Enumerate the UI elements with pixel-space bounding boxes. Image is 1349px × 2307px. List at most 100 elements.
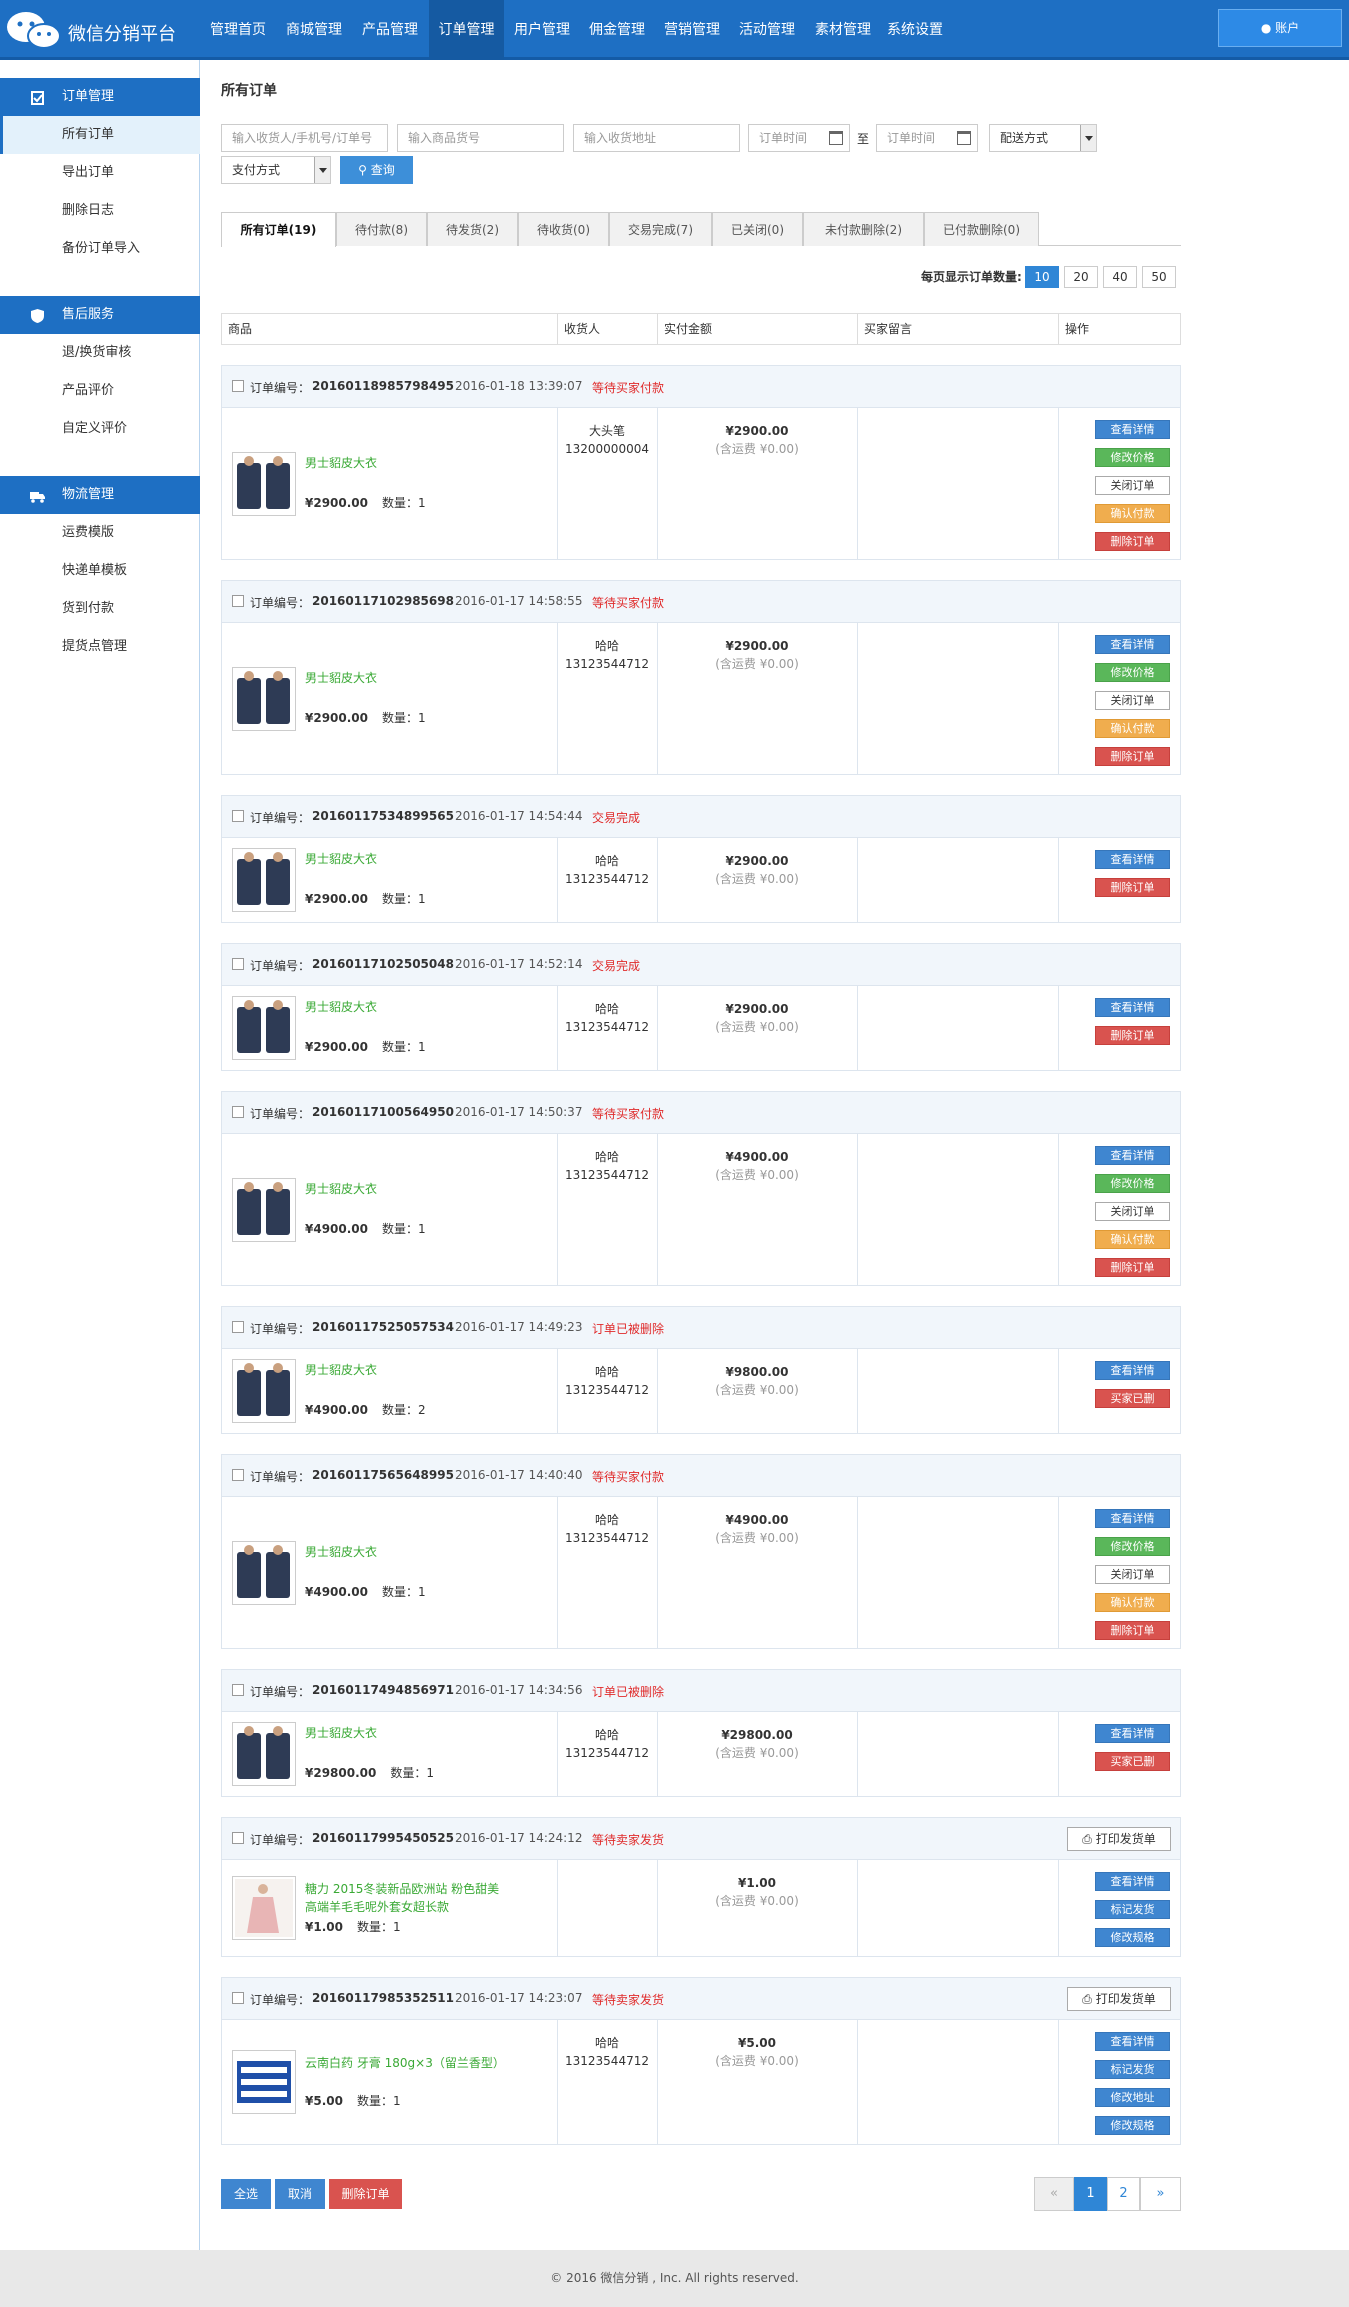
nav-item-1[interactable]: 管理首页 xyxy=(202,0,274,60)
sidebar-item-1-3[interactable]: 删除日志 xyxy=(0,192,200,230)
sidebar-item-2-1[interactable]: 退/换货审核 xyxy=(0,334,200,372)
nav-item-5[interactable]: 用户管理 xyxy=(505,0,579,60)
action-button[interactable]: 确认付款 xyxy=(1095,504,1170,523)
order-checkbox[interactable] xyxy=(232,380,244,392)
sidebar-item-3-3[interactable]: 货到付款 xyxy=(0,590,200,628)
pagination-page-2[interactable]: 2 xyxy=(1107,2177,1140,2211)
logo[interactable]: 微信分销平台 xyxy=(6,8,206,52)
action-button[interactable]: 删除订单 xyxy=(1095,1258,1170,1277)
cancel-selection-button[interactable]: 取消 xyxy=(275,2179,325,2209)
action-button[interactable]: 关闭订单 xyxy=(1095,476,1170,495)
tab-2[interactable]: 待付款(8) xyxy=(336,212,427,246)
tab-5[interactable]: 交易完成(7) xyxy=(609,212,712,246)
order-checkbox[interactable] xyxy=(232,958,244,970)
product-image[interactable] xyxy=(232,996,296,1060)
action-button[interactable]: 删除订单 xyxy=(1095,1026,1170,1045)
product-image[interactable] xyxy=(232,1541,296,1605)
per-page-option-50[interactable]: 50 xyxy=(1142,266,1176,288)
sidebar-item-1-4[interactable]: 备份订单导入 xyxy=(0,230,200,268)
action-button[interactable]: 修改价格 xyxy=(1095,1537,1170,1556)
pagination-next[interactable]: » xyxy=(1140,2177,1181,2211)
tab-4[interactable]: 待收货(0) xyxy=(518,212,609,246)
action-button[interactable]: 查看详情 xyxy=(1095,635,1170,654)
product-image[interactable] xyxy=(232,1722,296,1786)
sidebar-group-2[interactable]: 售后服务 xyxy=(0,296,200,334)
order-checkbox[interactable] xyxy=(232,595,244,607)
nav-item-8[interactable]: 活动管理 xyxy=(730,0,804,60)
tab-1[interactable]: 所有订单(19) xyxy=(221,212,336,247)
sidebar-item-3-2[interactable]: 快递单模板 xyxy=(0,552,200,590)
action-button[interactable]: 删除订单 xyxy=(1095,747,1170,766)
product-name[interactable]: 男士貂皮大衣 xyxy=(305,454,505,472)
sidebar-item-1-2[interactable]: 导出订单 xyxy=(0,154,200,192)
order-checkbox[interactable] xyxy=(232,1469,244,1481)
product-image[interactable] xyxy=(232,667,296,731)
product-image[interactable] xyxy=(232,1876,296,1940)
print-invoice-button[interactable]: ⎙ 打印发货单 xyxy=(1067,1827,1171,1851)
product-image[interactable] xyxy=(232,452,296,516)
order-checkbox[interactable] xyxy=(232,810,244,822)
tab-3[interactable]: 待发货(2) xyxy=(427,212,518,246)
action-button[interactable]: 关闭订单 xyxy=(1095,691,1170,710)
action-button[interactable]: 修改规格 xyxy=(1095,2116,1170,2135)
action-button[interactable]: 买家已删 xyxy=(1095,1389,1170,1408)
goods-no-input[interactable]: 输入商品货号 xyxy=(397,124,564,152)
nav-item-3[interactable]: 产品管理 xyxy=(353,0,427,60)
sidebar-item-2-3[interactable]: 自定义评价 xyxy=(0,410,200,448)
nav-item-2[interactable]: 商城管理 xyxy=(277,0,351,60)
action-button[interactable]: 确认付款 xyxy=(1095,719,1170,738)
action-button[interactable]: 查看详情 xyxy=(1095,1361,1170,1380)
order-time-to-input[interactable]: 订单时间 xyxy=(876,124,978,152)
account-button[interactable]: ● 账户 xyxy=(1218,9,1342,47)
action-button[interactable]: 修改规格 xyxy=(1095,1928,1170,1947)
nav-item-7[interactable]: 营销管理 xyxy=(655,0,729,60)
nav-item-9[interactable]: 素材管理 xyxy=(806,0,880,60)
sidebar-item-3-1[interactable]: 运费模版 xyxy=(0,514,200,552)
product-name[interactable]: 男士貂皮大衣 xyxy=(305,1543,505,1561)
bulk-delete-button[interactable]: 删除订单 xyxy=(329,2179,402,2209)
action-button[interactable]: 查看详情 xyxy=(1095,1509,1170,1528)
action-button[interactable]: 删除订单 xyxy=(1095,532,1170,551)
shipping-method-select[interactable]: 配送方式 xyxy=(989,124,1097,152)
action-button[interactable]: 查看详情 xyxy=(1095,1724,1170,1743)
product-name[interactable]: 男士貂皮大衣 xyxy=(305,1180,505,1198)
sidebar-item-3-4[interactable]: 提货点管理 xyxy=(0,628,200,666)
product-image[interactable] xyxy=(232,1359,296,1423)
sidebar-item-2-2[interactable]: 产品评价 xyxy=(0,372,200,410)
action-button[interactable]: 删除订单 xyxy=(1095,878,1170,897)
pagination-page-1[interactable]: 1 xyxy=(1074,2177,1107,2211)
action-button[interactable]: 查看详情 xyxy=(1095,1872,1170,1891)
product-name[interactable]: 男士貂皮大衣 xyxy=(305,998,505,1016)
action-button[interactable]: 查看详情 xyxy=(1095,2032,1170,2051)
action-button[interactable]: 查看详情 xyxy=(1095,850,1170,869)
search-button[interactable]: ⚲ 查询 xyxy=(340,156,413,184)
action-button[interactable]: 关闭订单 xyxy=(1095,1565,1170,1584)
product-image[interactable] xyxy=(232,848,296,912)
action-button[interactable]: 标记发货 xyxy=(1095,2060,1170,2079)
product-image[interactable] xyxy=(232,1178,296,1242)
print-invoice-button[interactable]: ⎙ 打印发货单 xyxy=(1067,1987,1171,2011)
per-page-option-20[interactable]: 20 xyxy=(1064,266,1098,288)
nav-item-6[interactable]: 佣金管理 xyxy=(580,0,654,60)
action-button[interactable]: 修改价格 xyxy=(1095,663,1170,682)
action-button[interactable]: 查看详情 xyxy=(1095,420,1170,439)
order-checkbox[interactable] xyxy=(232,1684,244,1696)
product-name[interactable]: 男士貂皮大衣 xyxy=(305,669,505,687)
order-time-from-input[interactable]: 订单时间 xyxy=(748,124,850,152)
action-button[interactable]: 删除订单 xyxy=(1095,1621,1170,1640)
nav-item-10[interactable]: 系统设置 xyxy=(882,0,948,60)
action-button[interactable]: 买家已删 xyxy=(1095,1752,1170,1771)
action-button[interactable]: 修改地址 xyxy=(1095,2088,1170,2107)
action-button[interactable]: 关闭订单 xyxy=(1095,1202,1170,1221)
action-button[interactable]: 确认付款 xyxy=(1095,1230,1170,1249)
action-button[interactable]: 查看详情 xyxy=(1095,1146,1170,1165)
product-name[interactable]: 糖力 2015冬装新品欧洲站 粉色甜美高端羊毛毛呢外套女超长款 xyxy=(305,1880,505,1916)
order-checkbox[interactable] xyxy=(232,1832,244,1844)
action-button[interactable]: 确认付款 xyxy=(1095,1593,1170,1612)
per-page-option-40[interactable]: 40 xyxy=(1103,266,1137,288)
action-button[interactable]: 标记发货 xyxy=(1095,1900,1170,1919)
product-name[interactable]: 男士貂皮大衣 xyxy=(305,1361,505,1379)
pagination-prev[interactable]: « xyxy=(1034,2177,1074,2211)
order-checkbox[interactable] xyxy=(232,1992,244,2004)
action-button[interactable]: 修改价格 xyxy=(1095,1174,1170,1193)
